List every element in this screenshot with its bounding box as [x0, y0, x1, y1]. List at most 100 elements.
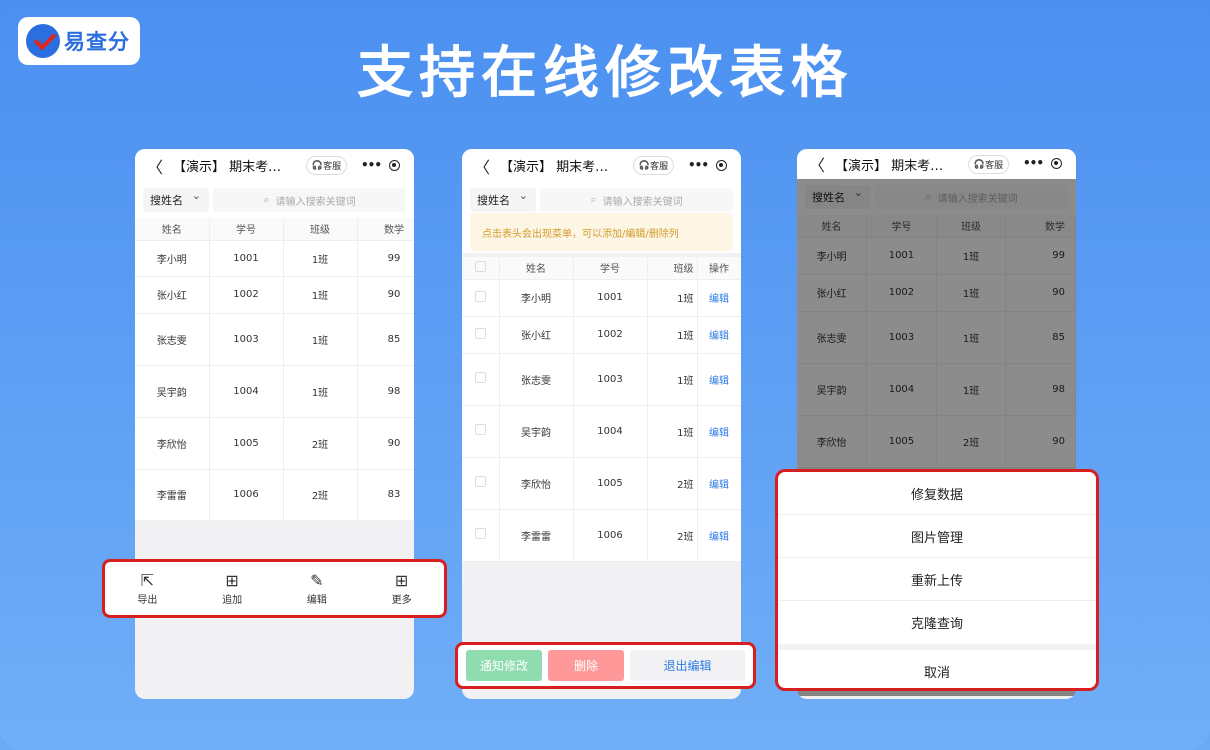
row-edit-link[interactable]: 编辑 — [697, 279, 741, 317]
service-button[interactable]: 🎧 客服 — [968, 155, 1009, 174]
select-all-checkbox[interactable] — [462, 257, 500, 280]
table-cell: 1005 — [209, 417, 284, 470]
table-cell: 1001 — [573, 279, 648, 317]
table-cell: 1班 — [283, 276, 358, 314]
table-cell: 1004 — [209, 365, 284, 418]
service-label: 客服 — [323, 162, 342, 172]
row-edit-link[interactable]: 编辑 — [697, 457, 741, 510]
edit-icon: ✎ — [310, 571, 324, 590]
table-cell: 1班 — [647, 353, 698, 406]
row-checkbox[interactable] — [462, 405, 500, 458]
table-cell: 张小红 — [135, 276, 210, 314]
column-header[interactable]: 数学 — [357, 218, 414, 241]
notify-change-button[interactable]: 通知修改 — [466, 650, 542, 681]
search-field-select[interactable]: 搜姓名 — [470, 188, 536, 212]
column-header[interactable]: 班级 — [647, 257, 698, 280]
table-cell: 张小红 — [499, 316, 574, 354]
sheet-item-image-manage[interactable]: 图片管理 — [778, 515, 1096, 558]
table-cell: 吴宇韵 — [499, 405, 574, 458]
column-header[interactable]: 学号 — [573, 257, 648, 280]
back-icon[interactable]: 〈 — [474, 154, 494, 178]
row-checkbox[interactable] — [462, 279, 500, 317]
more-action-sheet: 修复数据 图片管理 重新上传 克隆查询 取消 — [775, 469, 1099, 691]
table-cell: 李小明 — [135, 240, 210, 277]
edit-button[interactable]: ✎ 编辑 — [275, 571, 360, 606]
more-icon[interactable]: ••• — [688, 158, 709, 172]
hint-banner: 点击表头会出现菜单，可以添加/编辑/删除列 — [470, 213, 733, 251]
nav-bar: 〈 【演示】 期末考… 🎧 客服 ••• — [797, 149, 1076, 179]
back-icon[interactable]: 〈 — [809, 152, 829, 176]
table-row[interactable]: 李小明 1001 1班 99 — [135, 240, 414, 277]
bottom-toolbar: ⇱ 导出 ⊞ 追加 ✎ 编辑 ⊞ 更多 — [102, 559, 447, 618]
exit-edit-button[interactable]: 退出编辑 — [630, 650, 745, 681]
row-edit-link[interactable]: 编辑 — [697, 316, 741, 354]
row-checkbox[interactable] — [462, 353, 500, 406]
table-row[interactable]: 李小明 1001 1班 编辑 — [462, 279, 741, 317]
sheet-cancel-button[interactable]: 取消 — [778, 650, 1096, 688]
service-label: 客服 — [650, 162, 669, 172]
column-header[interactable]: 班级 — [283, 218, 358, 241]
table-row[interactable]: 张小红 1002 1班 编辑 — [462, 316, 741, 354]
table-row[interactable]: 李雷雷 1006 2班 编辑 — [462, 509, 741, 562]
more-button[interactable]: ⊞ 更多 — [359, 571, 444, 606]
row-edit-link[interactable]: 编辑 — [697, 509, 741, 562]
row-checkbox[interactable] — [462, 457, 500, 510]
table-cell: 1班 — [283, 365, 358, 418]
table-row[interactable]: 吴宇韵 1004 1班 编辑 — [462, 405, 741, 458]
table-cell: 90 — [357, 276, 414, 314]
delete-button[interactable]: 删除 — [548, 650, 624, 681]
table-cell: 吴宇韵 — [135, 365, 210, 418]
promo-canvas: 易查分 支持在线修改表格 〈 【演示】 期末考… 🎧客服 ••• 搜姓名 ⌕请输… — [0, 0, 1210, 750]
search-field-select[interactable]: 搜姓名 — [143, 188, 209, 212]
column-header[interactable]: 姓名 — [499, 257, 574, 280]
column-header[interactable]: 操作 — [697, 257, 741, 280]
export-button[interactable]: ⇱ 导出 — [105, 571, 190, 606]
table-cell: 1班 — [283, 313, 358, 366]
service-button[interactable]: 🎧 客服 — [633, 156, 674, 175]
table-row[interactable]: 吴宇韵 1004 1班 98 — [135, 365, 414, 418]
row-edit-link[interactable]: 编辑 — [697, 405, 741, 458]
sheet-item-clone-query[interactable]: 克隆查询 — [778, 601, 1096, 644]
export-label: 导出 — [137, 595, 158, 606]
table-cell: 李小明 — [499, 279, 574, 317]
table-cell: 2班 — [283, 417, 358, 470]
column-header[interactable]: 学号 — [209, 218, 284, 241]
table-row[interactable]: 张小红 1002 1班 90 — [135, 276, 414, 314]
row-checkbox[interactable] — [462, 509, 500, 562]
table-row[interactable]: 李雷雷 1006 2班 83 — [135, 469, 414, 521]
table-cell: 90 — [357, 417, 414, 470]
edit-action-bar: 通知修改 删除 退出编辑 — [455, 642, 756, 689]
table-row[interactable]: 李欣怡 1005 2班 90 — [135, 417, 414, 470]
sheet-item-reupload[interactable]: 重新上传 — [778, 558, 1096, 601]
table-row[interactable]: 张志雯 1003 1班 85 — [135, 313, 414, 366]
phone-screen-edit-mode: 〈 【演示】 期末考… 🎧客服 ••• 搜姓名 ⌕ 请输入搜索关键词 点击表头会出… — [462, 149, 741, 699]
table-cell: 1班 — [283, 240, 358, 277]
column-header[interactable]: 姓名 — [135, 218, 210, 241]
page-title: 【演示】 期末考… — [173, 160, 282, 175]
row-checkbox[interactable] — [462, 316, 500, 354]
edit-label: 编辑 — [306, 595, 327, 606]
nav-bar: 〈 【演示】 期末考… 🎧 客服 ••• — [135, 149, 414, 182]
row-edit-link[interactable]: 编辑 — [697, 353, 741, 406]
page-title: 【演示】 期末考… — [500, 160, 609, 175]
table-cell: 李欣怡 — [499, 457, 574, 510]
record-icon[interactable] — [716, 160, 727, 171]
sheet-item-repair-data[interactable]: 修复数据 — [778, 472, 1096, 515]
add-button[interactable]: ⊞ 追加 — [190, 571, 275, 606]
table-cell: 李欣怡 — [135, 417, 210, 470]
search-input[interactable]: ⌕ 请输入搜索关键词 — [540, 188, 733, 212]
record-icon[interactable] — [1051, 158, 1062, 169]
record-icon[interactable] — [389, 160, 400, 171]
search-placeholder: 请输入搜索关键词 — [602, 196, 683, 208]
table-row[interactable]: 李欣怡 1005 2班 编辑 — [462, 457, 741, 510]
table-cell: 1003 — [573, 353, 648, 406]
more-icon[interactable]: ••• — [1023, 156, 1044, 170]
service-label: 客服 — [985, 161, 1004, 171]
table-row[interactable]: 张志雯 1003 1班 编辑 — [462, 353, 741, 406]
service-button[interactable]: 🎧 客服 — [306, 156, 347, 175]
more-icon[interactable]: ••• — [361, 158, 382, 172]
back-icon[interactable]: 〈 — [147, 154, 167, 178]
search-input[interactable]: ⌕ 请输入搜索关键词 — [213, 188, 406, 212]
table-cell: 1005 — [573, 457, 648, 510]
table-cell: 1002 — [573, 316, 648, 354]
